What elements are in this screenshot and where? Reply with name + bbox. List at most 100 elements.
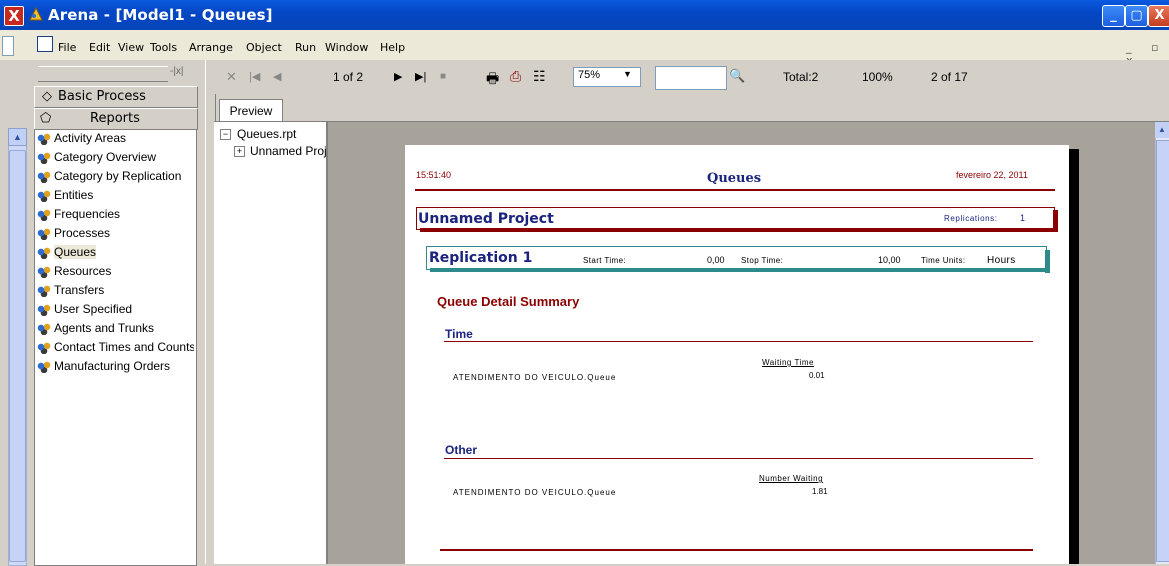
replications-value: 1 bbox=[1020, 213, 1026, 223]
waiting-time-header: Waiting Time bbox=[762, 358, 814, 367]
replications-label: Replications: bbox=[944, 214, 998, 223]
next-page-icon[interactable]: ▶ bbox=[394, 70, 402, 83]
report-item-contact-times[interactable]: Contact Times and Counts bbox=[36, 340, 194, 359]
report-time: 15:51:40 bbox=[416, 170, 452, 180]
report-icon bbox=[36, 208, 52, 222]
tree-item-queues-rpt[interactable]: Queues.rpt bbox=[237, 127, 296, 141]
report-icon bbox=[36, 265, 52, 279]
tab-preview[interactable]: Preview bbox=[219, 99, 283, 122]
report-item-resources[interactable]: Resources bbox=[36, 264, 194, 283]
queue-name: ATENDIMENTO DO VEICULO.Queue bbox=[453, 488, 617, 497]
summary-title: Queue Detail Summary bbox=[437, 294, 580, 309]
panel-close-icon[interactable]: -|x| bbox=[170, 66, 194, 80]
panel-drag-handle[interactable] bbox=[38, 66, 168, 82]
reports-icon: ⬠ bbox=[40, 110, 52, 125]
menu-object[interactable]: Object bbox=[246, 41, 282, 54]
report-icon bbox=[36, 246, 52, 260]
report-item-activity-areas[interactable]: Activity Areas bbox=[36, 131, 194, 150]
menu-tools[interactable]: Tools bbox=[150, 41, 177, 54]
zoom-value: 75% bbox=[578, 69, 601, 81]
replication-name: Replication 1 bbox=[429, 250, 533, 266]
report-item-agents-and-trunks[interactable]: Agents and Trunks bbox=[36, 321, 194, 340]
section-time-heading: Time bbox=[445, 327, 473, 341]
section-other-heading: Other bbox=[445, 443, 478, 457]
report-icon bbox=[36, 303, 52, 317]
last-page-icon[interactable]: ▶| bbox=[415, 70, 426, 83]
scroll-thumb[interactable] bbox=[9, 150, 26, 562]
report-icon bbox=[36, 227, 52, 241]
number-waiting-value: 1.81 bbox=[812, 487, 828, 496]
section-rule bbox=[444, 341, 1033, 342]
report-title: Queues bbox=[707, 171, 762, 186]
previous-page-icon[interactable]: ◀ bbox=[273, 70, 281, 83]
menu-run[interactable]: Run bbox=[295, 41, 316, 54]
menu-window[interactable]: Window bbox=[325, 41, 368, 54]
window-title: Arena - [Model1 - Queues] bbox=[48, 6, 273, 24]
reports-label: Reports bbox=[90, 111, 140, 126]
record-count: 2 of 17 bbox=[931, 70, 968, 84]
first-page-icon[interactable]: |◀ bbox=[249, 70, 260, 83]
total-count: Total:2 bbox=[783, 70, 819, 84]
menu-file[interactable]: File bbox=[58, 41, 76, 54]
report-date: fevereiro 22, 2011 bbox=[956, 170, 1028, 180]
report-item-category-by-replication[interactable]: Category by Replication bbox=[36, 169, 194, 188]
expand-icon[interactable]: + bbox=[234, 146, 245, 157]
report-icon bbox=[36, 341, 52, 355]
project-name: Unnamed Project bbox=[418, 211, 554, 227]
menu-help[interactable]: Help bbox=[380, 41, 405, 54]
close-report-icon[interactable]: ✕ bbox=[226, 69, 237, 85]
maximize-button[interactable]: ▢ bbox=[1125, 5, 1148, 27]
stop-time-value: 10,00 bbox=[878, 255, 901, 265]
report-icon bbox=[36, 151, 52, 165]
report-item-entities[interactable]: Entities bbox=[36, 188, 194, 207]
report-icon bbox=[36, 170, 52, 184]
report-icon bbox=[36, 189, 52, 203]
arena-logo-icon bbox=[29, 6, 43, 21]
chevron-down-icon[interactable]: ▼ bbox=[623, 69, 632, 79]
basic-process-label: Basic Process bbox=[58, 89, 146, 104]
minimize-button[interactable]: _ bbox=[1102, 5, 1125, 27]
report-item-user-specified[interactable]: User Specified bbox=[36, 302, 194, 321]
group-tree bbox=[214, 122, 328, 564]
app-close-icon[interactable]: X bbox=[4, 6, 24, 26]
waiting-time-value: 0.01 bbox=[809, 371, 825, 380]
start-time-label: Start Time: bbox=[583, 256, 627, 265]
start-time-value: 0,00 bbox=[707, 255, 725, 265]
report-icon bbox=[36, 360, 52, 374]
report-item-category-overview[interactable]: Category Overview bbox=[36, 150, 194, 169]
search-text-input[interactable] bbox=[655, 66, 727, 90]
system-menu-icon[interactable] bbox=[2, 36, 14, 56]
time-units-label: Time Units: bbox=[921, 256, 966, 265]
stop-time-label: Stop Time: bbox=[741, 256, 784, 265]
report-icon bbox=[36, 132, 52, 146]
document-icon[interactable] bbox=[37, 36, 53, 52]
number-waiting-header: Number Waiting bbox=[759, 474, 824, 483]
percent-complete: 100% bbox=[862, 70, 893, 84]
report-item-queues[interactable]: Queues bbox=[36, 245, 194, 264]
scroll-up-icon[interactable]: ▲ bbox=[8, 128, 27, 146]
export-icon[interactable]: ⎙ bbox=[510, 68, 521, 85]
group-tree-icon[interactable]: ☷ bbox=[533, 68, 546, 85]
tree-item-unnamed-project[interactable]: Unnamed Project bbox=[250, 144, 326, 158]
collapse-icon[interactable]: − bbox=[220, 129, 231, 140]
header-rule bbox=[415, 189, 1055, 191]
scroll-up-icon[interactable]: ▲ bbox=[1155, 122, 1169, 138]
find-binoculars-icon[interactable]: 🔍 bbox=[729, 68, 745, 84]
report-icon bbox=[36, 322, 52, 336]
report-item-manufacturing-orders[interactable]: Manufacturing Orders bbox=[36, 359, 194, 378]
footer-rule bbox=[440, 549, 1033, 551]
report-item-processes[interactable]: Processes bbox=[36, 226, 194, 245]
menu-view[interactable]: View bbox=[118, 41, 144, 54]
menu-edit[interactable]: Edit bbox=[89, 41, 110, 54]
section-rule bbox=[444, 458, 1033, 459]
print-icon[interactable]: 🖶 bbox=[486, 68, 499, 92]
stop-icon[interactable]: ■ bbox=[440, 71, 446, 82]
scroll-thumb[interactable] bbox=[1156, 140, 1169, 562]
time-units-value: Hours bbox=[987, 255, 1016, 266]
queue-name: ATENDIMENTO DO VEICULO.Queue bbox=[453, 373, 617, 382]
report-item-transfers[interactable]: Transfers bbox=[36, 283, 194, 302]
report-item-frequencies[interactable]: Frequencies bbox=[36, 207, 194, 226]
close-button[interactable]: X bbox=[1148, 5, 1169, 27]
diamond-icon: ◇ bbox=[42, 88, 52, 103]
menu-arrange[interactable]: Arrange bbox=[189, 41, 233, 54]
